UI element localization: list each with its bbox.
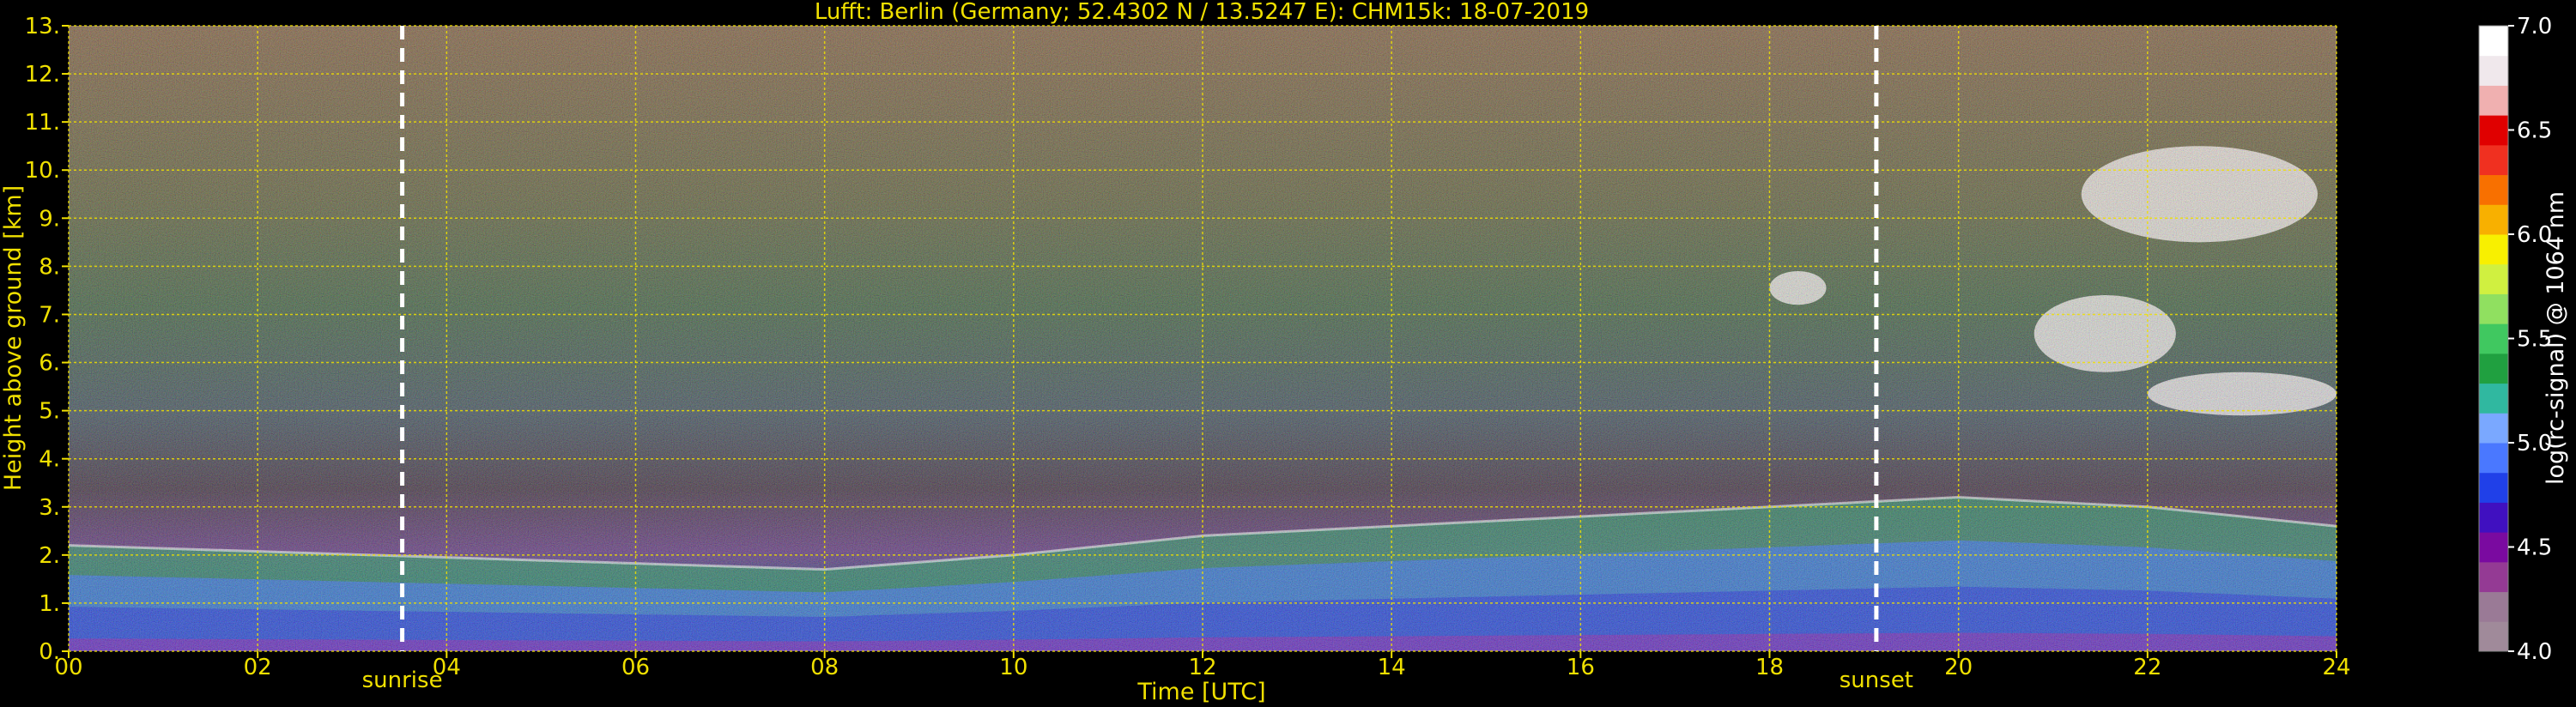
colorbar-segment (2479, 26, 2508, 57)
colorbar-segment (2479, 55, 2508, 86)
colorbar-segment (2479, 115, 2508, 146)
colorbar-segment (2479, 502, 2508, 533)
x-tick-label: 22 (2133, 655, 2161, 680)
colorbar-segment (2479, 383, 2508, 414)
x-tick-label: 24 (2322, 655, 2350, 680)
colorbar-segment (2479, 204, 2508, 235)
event-label-sunset: sunset (1840, 668, 1913, 693)
x-tick-label: 04 (433, 655, 461, 680)
colorbar-segment (2479, 472, 2508, 503)
y-axis-label: Height above ground [km] (0, 185, 27, 491)
y-tick-label: 2. (39, 543, 60, 569)
x-tick-label: 14 (1378, 655, 1406, 680)
y-tick-label: 7. (39, 302, 60, 328)
y-tick-label: 8. (39, 254, 60, 280)
y-tick-label: 12. (25, 62, 60, 88)
ceilometer-chart: sunrise sunset 00 02 04 06 08 10 12 14 16 18 20 22 24… (0, 0, 2569, 705)
colorbar-segment (2479, 413, 2508, 444)
colorbar-segment (2479, 353, 2508, 384)
y-tick-label: 11. (25, 110, 60, 136)
x-tick-label: 12 (1188, 655, 1216, 680)
y-tick-label: 4. (39, 447, 60, 473)
plot-area: sunrise sunset (68, 25, 2337, 693)
x-tick-label: 02 (244, 655, 272, 680)
colorbar-segment (2479, 174, 2508, 205)
colorbar-segment (2479, 293, 2508, 324)
y-tick-label: 0. (39, 639, 60, 665)
colorbar-label: log(rc-signal) @ 1064 nm (2543, 191, 2569, 485)
colorbar-tick-label: 4.5 (2517, 535, 2552, 561)
colorbar-segment (2479, 144, 2508, 176)
y-tick-label: 5. (39, 399, 60, 425)
event-label-sunrise: sunrise (362, 668, 443, 693)
x-tick-label: 16 (1567, 655, 1595, 680)
y-axis: 0. 1. 2. 3. 4. 5. 6. 7. 8. 9. 10. 11. 12. 13. (25, 14, 69, 665)
colorbar-segment (2479, 234, 2508, 265)
y-tick-label: 6. (39, 351, 60, 377)
y-tick-label: 9. (39, 206, 60, 232)
y-tick-label: 10. (25, 158, 60, 184)
chart-title: Lufft: Berlin (Germany; 52.4302 N / 13.5… (815, 0, 1589, 25)
x-tick-label: 06 (621, 655, 650, 680)
x-tick-label: 20 (1944, 655, 1973, 680)
colorbar-segment (2479, 591, 2508, 622)
colorbar-segment (2479, 263, 2508, 294)
colorbar-tick-label: 7.0 (2517, 14, 2552, 39)
y-tick-label: 3. (39, 495, 60, 521)
y-tick-label: 1. (39, 591, 60, 617)
colorbar-segment (2479, 323, 2508, 354)
colorbar-segment (2479, 561, 2508, 593)
colorbar: 4.04.55.05.56.06.57.0 (2478, 14, 2552, 665)
colorbar-segment (2479, 443, 2508, 474)
colorbar-tick-label: 6.5 (2517, 118, 2552, 144)
colorbar-segment (2479, 85, 2508, 116)
colorbar-tick-label: 4.0 (2517, 639, 2552, 665)
x-tick-label: 08 (810, 655, 839, 680)
x-tick-label: 18 (1755, 655, 1784, 680)
colorbar-segment (2479, 621, 2508, 652)
colorbar-segment (2479, 532, 2508, 563)
x-axis-label: Time [UTC] (1136, 679, 1265, 705)
y-tick-label: 13. (25, 14, 60, 39)
x-tick-label: 10 (999, 655, 1027, 680)
